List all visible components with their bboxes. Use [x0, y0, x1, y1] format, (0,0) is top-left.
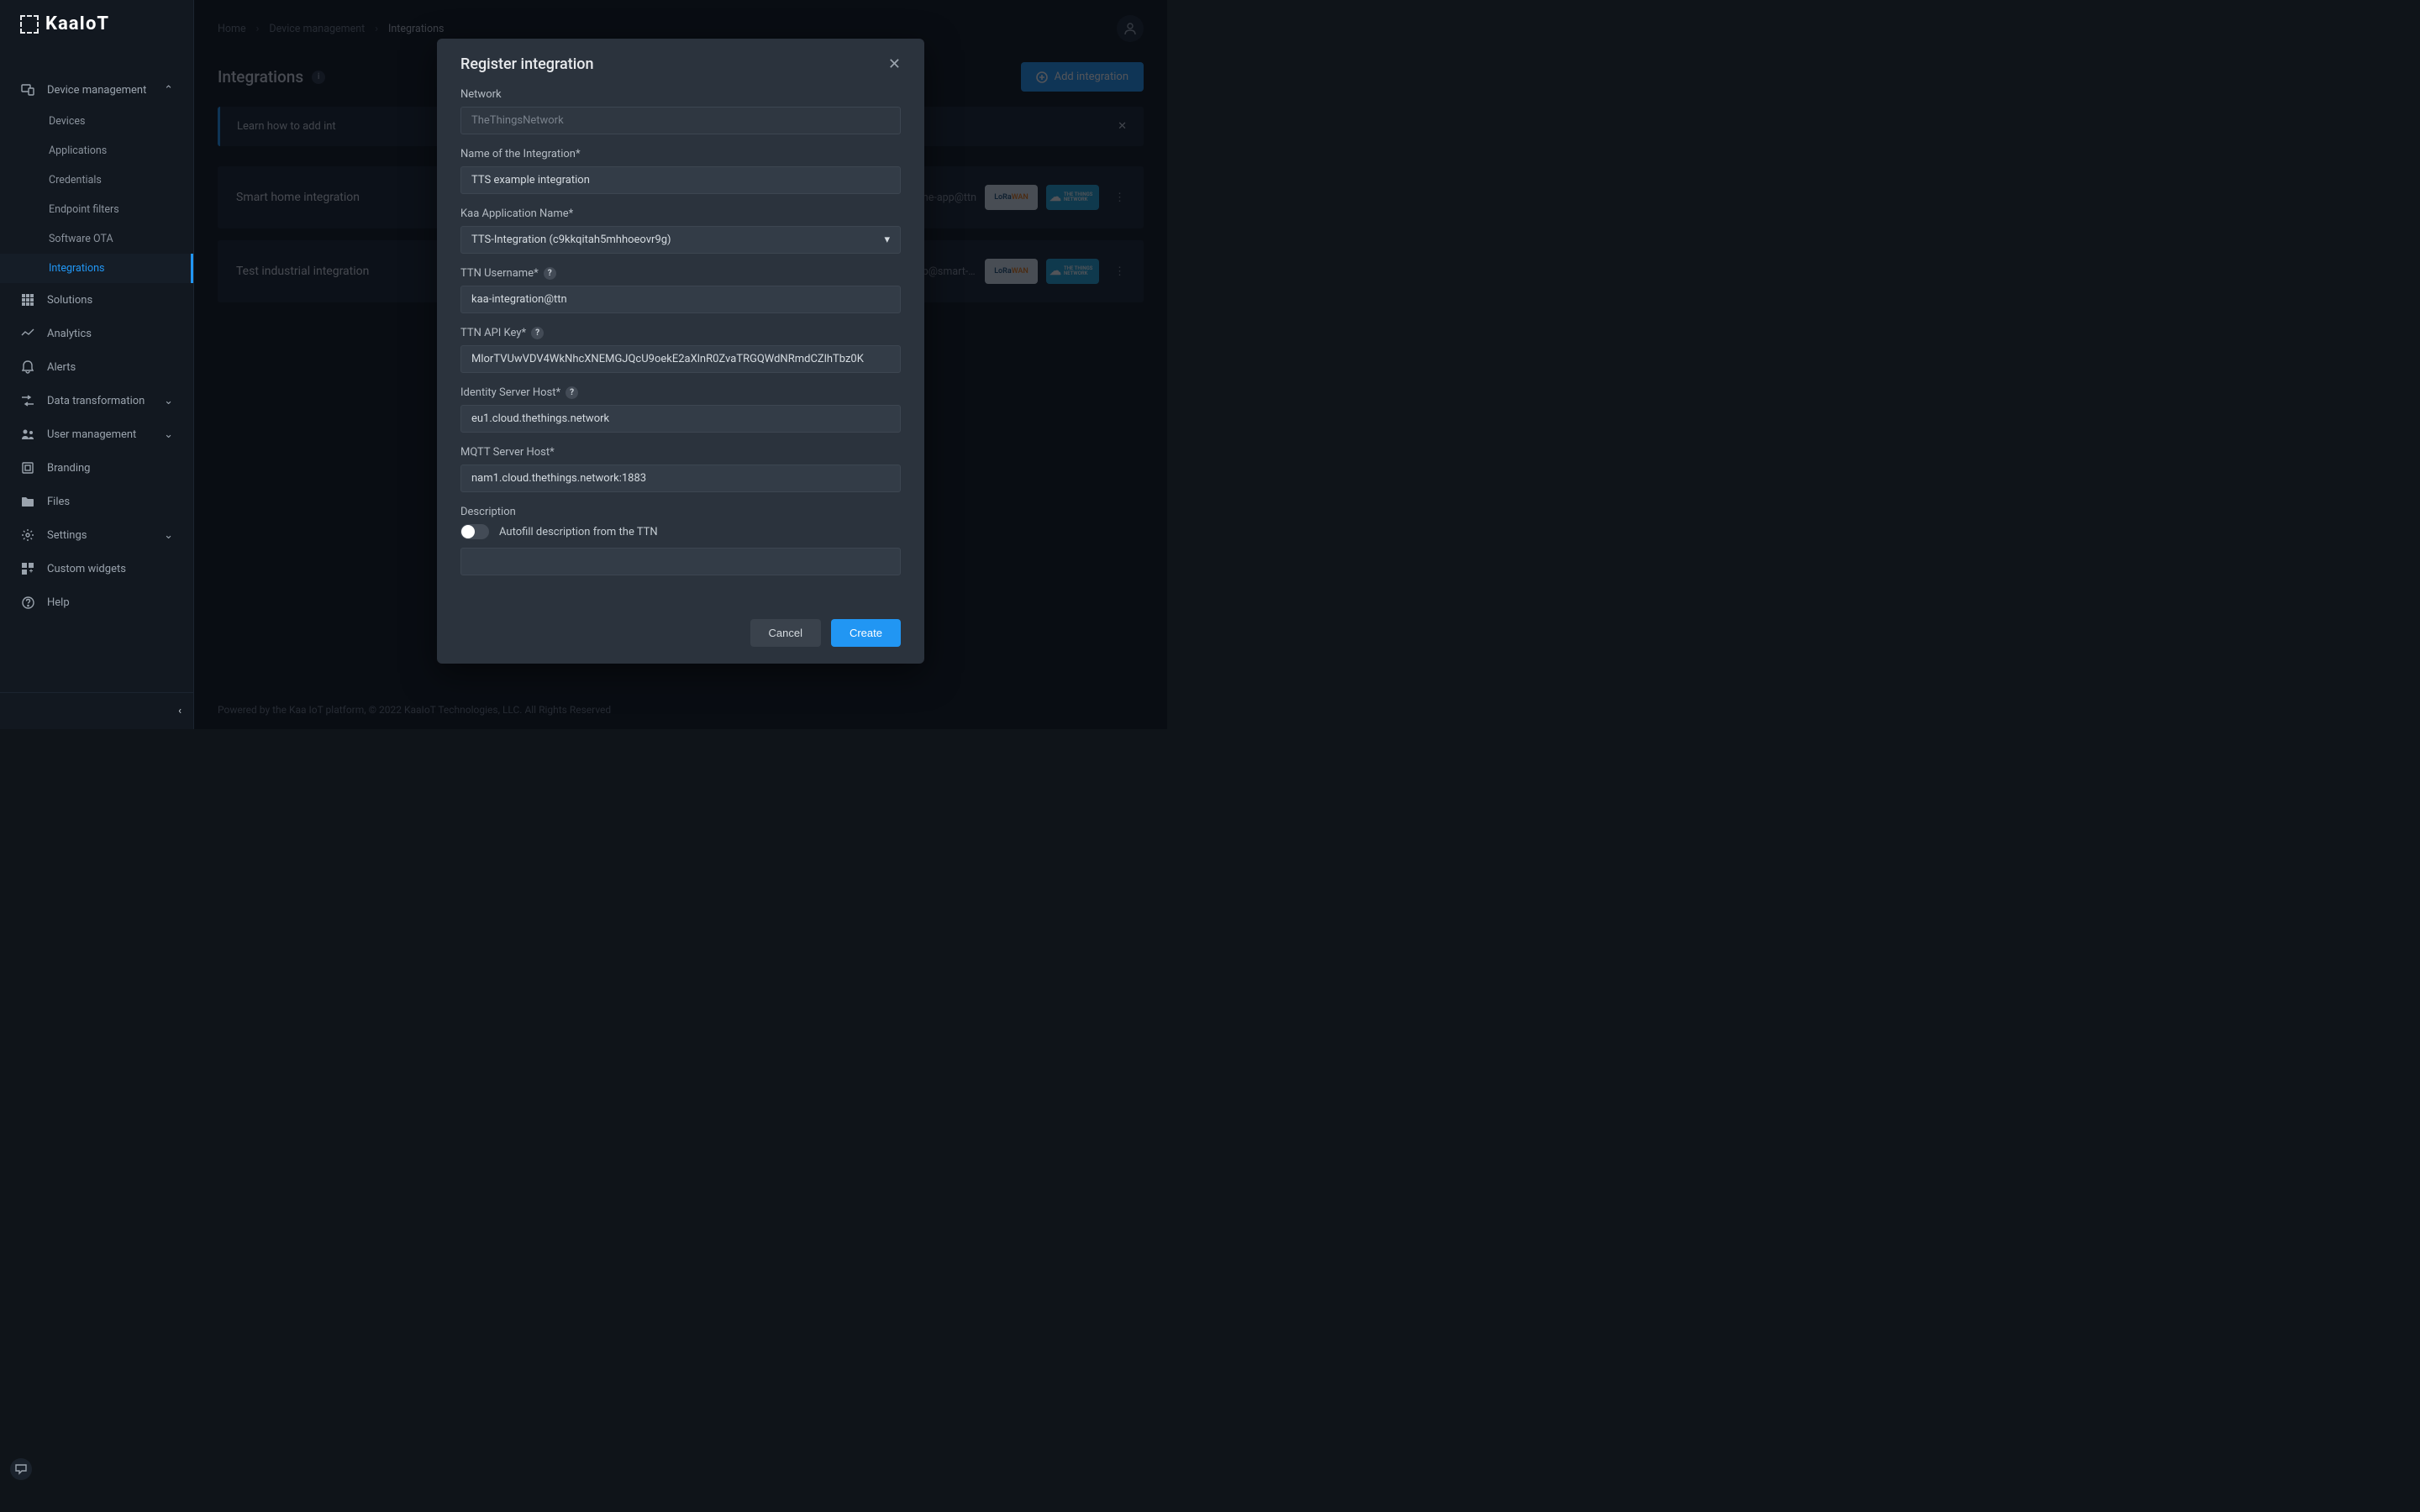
select-value: TTS-Integration (c9kkqitah5mhhoeovr9g) — [471, 234, 671, 246]
grid-icon — [20, 292, 35, 307]
label: Custom widgets — [47, 563, 126, 575]
help-icon — [20, 595, 35, 610]
logo-text: KaaIoT — [45, 13, 109, 34]
identity-host-input[interactable] — [460, 405, 901, 433]
label: Branding — [47, 462, 90, 475]
sidebar-item-files[interactable]: Files — [0, 485, 193, 518]
cancel-button[interactable]: Cancel — [750, 619, 821, 647]
sidebar-collapse-button[interactable]: ‹ — [0, 692, 193, 729]
chevron-down-icon: ▾ — [884, 234, 890, 246]
field-label-mqtt-host: MQTT Server Host* — [460, 446, 901, 459]
bell-icon — [20, 360, 35, 375]
modal-footer: Cancel Create — [437, 604, 924, 664]
sidebar-item-credentials[interactable]: Credentials — [0, 165, 193, 195]
chevron-left-icon: ‹ — [178, 705, 182, 717]
autofill-toggle[interactable] — [460, 524, 489, 539]
ttn-api-key-input[interactable] — [460, 345, 901, 373]
chevron-up-icon: ⌃ — [164, 84, 173, 97]
main: Home › Device management › Integrations … — [194, 0, 1167, 729]
field-label-name: Name of the Integration* — [460, 148, 901, 160]
transform-icon — [20, 393, 35, 408]
close-icon[interactable]: ✕ — [888, 55, 901, 73]
sidebar-item-settings[interactable]: Settings ⌄ — [0, 518, 193, 552]
label: Device management — [47, 84, 146, 97]
help-icon[interactable]: ? — [531, 327, 544, 339]
help-icon[interactable]: ? — [544, 267, 556, 280]
sidebar-item-endpoint-filters[interactable]: Endpoint filters — [0, 195, 193, 224]
sidebar-item-software-ota[interactable]: Software OTA — [0, 224, 193, 254]
sidebar-item-integrations[interactable]: Integrations — [0, 254, 193, 283]
label: Alerts — [47, 361, 76, 374]
users-icon — [20, 427, 35, 442]
modal-header: Register integration ✕ — [437, 39, 924, 85]
gear-icon — [20, 528, 35, 543]
sidebar-item-applications[interactable]: Applications — [0, 136, 193, 165]
label: Files — [47, 496, 70, 508]
network-input — [460, 107, 901, 134]
description-input[interactable] — [460, 548, 901, 575]
sidebar-item-solutions[interactable]: Solutions — [0, 283, 193, 317]
nav: Device management ⌃ Devices Applications… — [0, 48, 193, 692]
sidebar-item-analytics[interactable]: Analytics — [0, 317, 193, 350]
mqtt-host-input[interactable] — [460, 465, 901, 492]
kaa-application-select[interactable]: TTS-Integration (c9kkqitah5mhhoeovr9g) ▾ — [460, 226, 901, 254]
label: Data transformation — [47, 395, 145, 407]
chevron-down-icon: ⌄ — [164, 428, 173, 441]
label: User management — [47, 428, 136, 441]
register-integration-modal: Register integration ✕ Network Name of t… — [437, 39, 924, 664]
widgets-icon — [20, 561, 35, 576]
label: Solutions — [47, 294, 92, 307]
chevron-down-icon: ⌄ — [164, 395, 173, 407]
label: Settings — [47, 529, 87, 542]
ttn-username-input[interactable] — [460, 286, 901, 313]
chat-button[interactable] — [10, 1458, 32, 1480]
modal-title: Register integration — [460, 55, 594, 73]
branding-icon — [20, 460, 35, 475]
field-label-kaa-app: Kaa Application Name* — [460, 207, 901, 220]
sidebar-item-device-management[interactable]: Device management ⌃ — [0, 73, 193, 107]
integration-name-input[interactable] — [460, 166, 901, 194]
sidebar-item-help[interactable]: Help — [0, 585, 193, 619]
sidebar-item-devices[interactable]: Devices — [0, 107, 193, 136]
analytics-icon — [20, 326, 35, 341]
chevron-down-icon: ⌄ — [164, 529, 173, 542]
field-label-description: Description — [460, 506, 901, 518]
field-label-identity-host: Identity Server Host* ? — [460, 386, 901, 399]
field-label-ttn-username: TTN Username* ? — [460, 267, 901, 280]
field-label-network: Network — [460, 88, 901, 101]
logo[interactable]: KaaIoT — [0, 0, 193, 48]
logo-mark-icon — [20, 15, 39, 34]
modal-overlay[interactable]: Register integration ✕ Network Name of t… — [194, 0, 1167, 729]
label: Help — [47, 596, 70, 609]
sidebar-item-data-transformation[interactable]: Data transformation ⌄ — [0, 384, 193, 417]
help-icon[interactable]: ? — [566, 386, 578, 399]
sidebar-item-branding[interactable]: Branding — [0, 451, 193, 485]
autofill-label: Autofill description from the TTN — [499, 526, 658, 538]
folder-icon — [20, 494, 35, 509]
devices-icon — [20, 82, 35, 97]
create-button[interactable]: Create — [831, 619, 901, 647]
chat-icon — [15, 1463, 27, 1475]
sidebar-item-custom-widgets[interactable]: Custom widgets — [0, 552, 193, 585]
label: Analytics — [47, 328, 92, 340]
sidebar-item-user-management[interactable]: User management ⌄ — [0, 417, 193, 451]
sidebar-item-alerts[interactable]: Alerts — [0, 350, 193, 384]
field-label-ttn-api-key: TTN API Key* ? — [460, 327, 901, 339]
sidebar: KaaIoT Device management ⌃ Devices Appli… — [0, 0, 194, 729]
